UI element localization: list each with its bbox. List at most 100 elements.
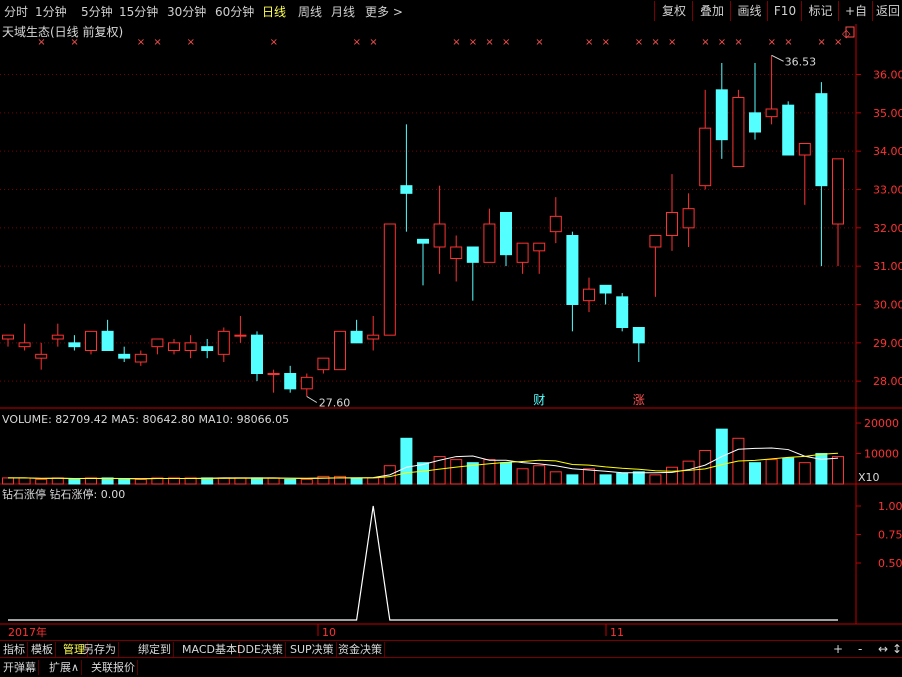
volume-bar [35,478,48,485]
candle-body [832,158,844,225]
price-tick-label: 36.00 [873,69,902,82]
x-marker-icon: × [734,37,742,48]
toolbar-button-4[interactable]: 标记 [801,1,839,21]
tab-5[interactable]: 60分钟 [215,3,254,20]
x-marker-icon: × [651,37,659,48]
candle-body [699,127,712,187]
volume-legend: VOLUME: 82709.42 MA5: 80642.80 MA10: 980… [2,413,289,426]
price-tick-label: 30.00 [873,299,902,312]
x-marker-icon: × [187,37,195,48]
bottom-row2-2[interactable]: 关联报价 [89,660,138,675]
tab-0[interactable]: 分时 [4,3,28,20]
candle-body [549,215,562,233]
volume-bar [699,449,712,485]
volume-bar [134,478,147,485]
x-marker-icon: × [37,37,45,48]
price-tick-label: 34.00 [873,145,902,158]
zoom-control-1[interactable]: - [858,642,862,656]
volume-tick-label: 10000 [864,448,899,461]
volume-bar [798,462,811,485]
event-label-cai: 财 [533,393,545,407]
candle-body [201,346,214,351]
candle-body [101,330,114,352]
main-title: 天域生态(日线 前复权) [2,24,123,39]
tab-6[interactable]: 日线 [262,3,286,20]
volume-bar [583,468,595,485]
time-axis-label: 10 [322,626,336,639]
stock-chart: 天域生态(日线 前复权) ◇28.0029.0030.0031.0032.0033… [0,24,902,640]
bottom-tab-6[interactable]: DDE决策 [235,642,286,657]
volume-bar [599,474,612,485]
candle-body [417,238,429,244]
toolbar-button-1[interactable]: 叠加 [692,1,731,21]
volume-bar [749,462,761,485]
tab-2[interactable]: 5分钟 [81,3,113,20]
volume-bar [549,471,562,485]
toolbar-button-6[interactable]: 返回 [872,1,902,21]
volume-bar [765,459,778,485]
toolbar-button-2[interactable]: 画线 [730,1,768,21]
candle-body [400,185,413,194]
x-marker-icon: × [718,37,726,48]
volume-bar [400,437,413,485]
low-price-label: 27.60 [319,397,351,410]
bottom-tab-3[interactable]: 另存为 [81,642,119,657]
volume-bar [417,462,429,485]
x-marker-icon: × [137,37,145,48]
candle-body [151,338,164,348]
bottom-row2-0[interactable]: 开弹幕 [1,660,39,675]
x-marker-icon: × [585,37,593,48]
zoom-control-0[interactable]: + [833,642,843,656]
time-axis-label: 2017年 [8,625,47,639]
candle-body [284,373,297,390]
bottom-tab-8[interactable]: 资金决策 [336,642,385,657]
volume-bar [367,477,380,485]
candle-body [2,334,14,340]
candle-body [666,212,678,236]
candle-body [350,330,363,344]
candle-body [566,235,579,305]
volume-bar [666,466,678,485]
candle-body [732,97,745,167]
x-marker-icon: × [701,37,709,48]
tab-3[interactable]: 15分钟 [119,3,158,20]
volume-bar [533,465,546,485]
volume-bar [500,462,512,485]
bottom-tab-5[interactable]: MACD基本 [180,642,240,657]
candle-body [168,342,180,352]
volume-bar [284,478,297,485]
volume-bar [68,478,81,485]
bottom-row2-1[interactable]: 扩展∧ [47,660,83,675]
tab-9[interactable]: 更多 > [365,3,403,20]
candle-body [433,223,446,248]
indicator-tick-label: 0.75 [878,529,902,542]
candle-body [18,342,31,348]
bottom-tab-1[interactable]: 模板 [29,642,56,657]
x-marker-icon: × [353,37,361,48]
tab-1[interactable]: 1分钟 [35,3,67,20]
event-label-zhang: 涨 [633,392,645,407]
x-marker-icon: × [635,37,643,48]
bottom-tab-4[interactable]: 绑定到 [136,642,174,657]
x-marker-icon: × [502,37,510,48]
bottom-tab-7[interactable]: SUP决策 [288,642,337,657]
toolbar-button-5[interactable]: +自选 [838,1,873,38]
tab-4[interactable]: 30分钟 [167,3,206,20]
zoom-control-3[interactable]: ↕ [892,642,902,656]
zoom-control-2[interactable]: ↔ [878,642,888,656]
x-marker-icon: × [602,37,610,48]
bottom-tab-0[interactable]: 指标 [1,642,28,657]
candle-body [798,143,811,156]
x-marker-icon: × [369,37,377,48]
candle-body [118,353,131,359]
tab-7[interactable]: 周线 [298,3,322,20]
toolbar-button-3[interactable]: F10 [767,1,802,21]
candle-body [466,246,479,263]
toolbar-button-0[interactable]: 复权 [654,1,693,21]
volume-bar [350,477,363,485]
tab-8[interactable]: 月线 [331,3,355,20]
candle-body [765,108,778,118]
volume-bar [815,453,828,485]
x-marker-icon: × [452,37,460,48]
x-marker-icon: × [469,37,477,48]
